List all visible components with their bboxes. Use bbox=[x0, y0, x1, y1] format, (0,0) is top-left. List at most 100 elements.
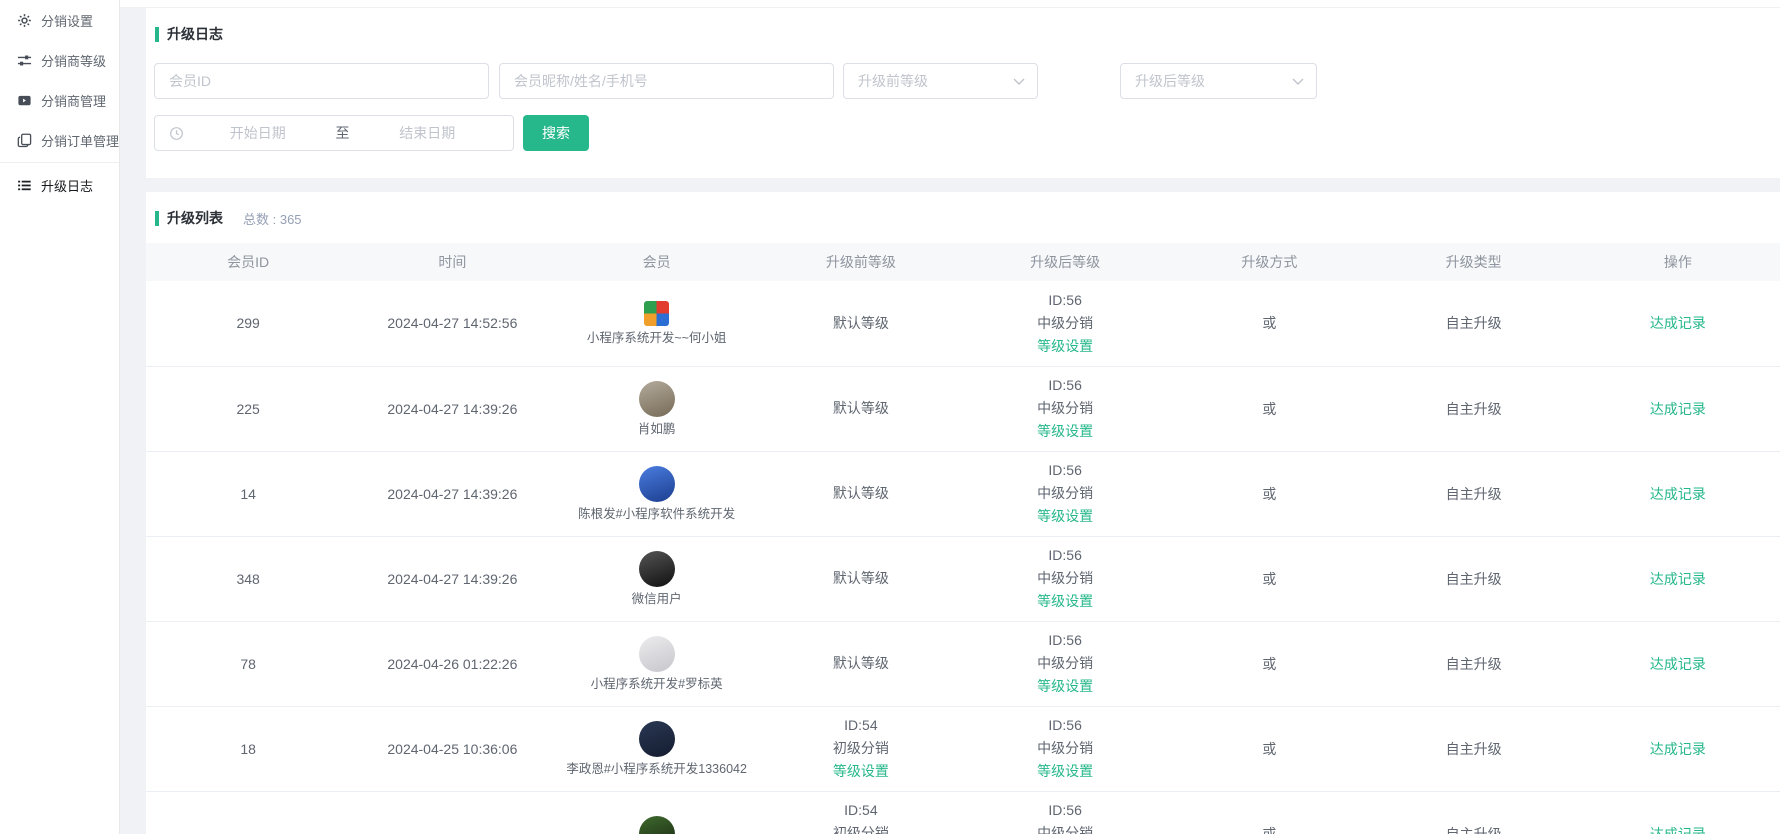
method-cell: 或 bbox=[1167, 621, 1371, 706]
action-cell: 达成记录 bbox=[1576, 536, 1780, 621]
sidebar: 分销设置 分销商等级 分销商管理 分销订单管理 升级日志 bbox=[0, 0, 120, 834]
sidebar-item-distribution-settings[interactable]: 分销设置 bbox=[0, 0, 119, 40]
type-cell: 自主升级 bbox=[1372, 281, 1576, 366]
post-level-select-placeholder: 升级后等级 bbox=[1135, 71, 1205, 91]
table-row: 2992024-04-27 14:52:56 小程序系统开发~~何小姐 默认等级ID… bbox=[146, 281, 1780, 366]
post-level-cell: ID:56中级分销等级设置 bbox=[963, 281, 1167, 366]
clock-icon bbox=[169, 126, 184, 141]
achieve-record-link[interactable]: 达成记录 bbox=[1650, 741, 1706, 757]
avatar bbox=[639, 551, 675, 587]
member-box: 肖如鹏 bbox=[559, 381, 755, 437]
action-cell: 达成记录 bbox=[1576, 791, 1780, 834]
level-id: ID:56 bbox=[967, 629, 1163, 652]
achieve-record-link[interactable]: 达成记录 bbox=[1650, 571, 1706, 587]
time-cell: 2024-04-27 14:52:56 bbox=[350, 281, 554, 366]
sidebar-item-distributor-level[interactable]: 分销商等级 bbox=[0, 40, 119, 80]
level-id: ID:54 bbox=[763, 799, 959, 822]
search-button[interactable]: 搜索 bbox=[523, 115, 589, 151]
level-settings-link[interactable]: 等级设置 bbox=[1037, 505, 1093, 528]
col-post-level: 升级后等级 bbox=[963, 243, 1167, 281]
date-range-picker[interactable]: 开始日期 至 结束日期 bbox=[154, 115, 514, 151]
type-cell: 自主升级 bbox=[1372, 621, 1576, 706]
pre-level-cell: 默认等级 bbox=[759, 536, 963, 621]
type-cell: 自主升级 bbox=[1372, 791, 1576, 834]
achieve-record-link[interactable]: 达成记录 bbox=[1650, 315, 1706, 331]
top-strip bbox=[120, 0, 1780, 8]
table-header-row: 会员ID 时间 会员 升级前等级 升级后等级 升级方式 升级类型 操作 bbox=[146, 243, 1780, 281]
achieve-record-link[interactable]: 达成记录 bbox=[1650, 826, 1706, 834]
pre-level-cell: ID:54初级分销等级设置 bbox=[759, 706, 963, 791]
level-name: 默认等级 bbox=[763, 567, 959, 590]
level-id: ID:56 bbox=[967, 544, 1163, 567]
level-settings-link[interactable]: 等级设置 bbox=[833, 760, 889, 783]
avatar bbox=[639, 381, 675, 417]
member-id-cell: 299 bbox=[146, 281, 350, 366]
time-cell bbox=[350, 791, 554, 834]
sidebar-item-label: 分销订单管理 bbox=[41, 131, 119, 150]
type-cell: 自主升级 bbox=[1372, 706, 1576, 791]
pre-level-select[interactable]: 升级前等级 bbox=[843, 63, 1038, 99]
member-id-cell: 348 bbox=[146, 536, 350, 621]
achieve-record-link[interactable]: 达成记录 bbox=[1650, 486, 1706, 502]
member-id-cell: 78 bbox=[146, 621, 350, 706]
sidebar-item-label: 分销商管理 bbox=[41, 91, 106, 110]
member-name-input[interactable] bbox=[499, 63, 834, 99]
sidebar-item-distributor-management[interactable]: 分销商管理 bbox=[0, 80, 119, 120]
sidebar-item-upgrade-log[interactable]: 升级日志 bbox=[0, 165, 119, 205]
level-name: 中级分销 bbox=[967, 397, 1163, 420]
member-name: 肖如鹏 bbox=[638, 421, 676, 437]
achieve-record-link[interactable]: 达成记录 bbox=[1650, 401, 1706, 417]
copy-icon bbox=[17, 133, 32, 148]
member-box: 微信用户 bbox=[559, 551, 755, 607]
date-separator: 至 bbox=[332, 123, 354, 143]
filter-card: 升级日志 升级前等级 升级后等级 开始日期 bbox=[146, 8, 1780, 178]
table-row: 142024-04-27 14:39:26陈根发#小程序软件系统开发默认等级ID… bbox=[146, 451, 1780, 536]
achieve-record-link[interactable]: 达成记录 bbox=[1650, 656, 1706, 672]
time-cell: 2024-04-27 14:39:26 bbox=[350, 451, 554, 536]
sliders-icon bbox=[17, 53, 32, 68]
level-name: 默认等级 bbox=[763, 312, 959, 335]
col-method: 升级方式 bbox=[1167, 243, 1371, 281]
pre-level-cell: 默认等级 bbox=[759, 281, 963, 366]
table-row: 782024-04-26 01:22:26小程序系统开发#罗标英默认等级ID:5… bbox=[146, 621, 1780, 706]
level-settings-link[interactable]: 等级设置 bbox=[1037, 675, 1093, 698]
page-title-block: 升级日志 bbox=[146, 8, 1780, 44]
table-row: 2252024-04-27 14:39:26肖如鹏默认等级ID:56中级分销等级… bbox=[146, 366, 1780, 451]
method-cell: 或 bbox=[1167, 366, 1371, 451]
sidebar-item-label: 分销设置 bbox=[41, 11, 93, 30]
member-box: 小程序系统开发#罗标英 bbox=[559, 636, 755, 692]
level-settings-link[interactable]: 等级设置 bbox=[1037, 590, 1093, 613]
action-cell: 达成记录 bbox=[1576, 366, 1780, 451]
table-row: ID:54初级分销等级设置ID:56中级分销等级设置或自主升级达成记录 bbox=[146, 791, 1780, 834]
title-accent-bar bbox=[155, 27, 159, 42]
level-name: 默认等级 bbox=[763, 397, 959, 420]
level-settings-link[interactable]: 等级设置 bbox=[1037, 420, 1093, 443]
level-id: ID:56 bbox=[967, 714, 1163, 737]
post-level-cell: ID:56中级分销等级设置 bbox=[963, 451, 1167, 536]
level-id: ID:56 bbox=[967, 459, 1163, 482]
method-cell: 或 bbox=[1167, 281, 1371, 366]
chevron-down-icon bbox=[1013, 78, 1025, 85]
level-settings-link[interactable]: 等级设置 bbox=[1037, 760, 1093, 783]
member-name: 小程序系统开发~~何小姐 bbox=[587, 330, 727, 346]
member-cell: 小程序系统开发#罗标英 bbox=[555, 621, 759, 706]
level-name: 中级分销 bbox=[967, 737, 1163, 760]
pre-level-cell: 默认等级 bbox=[759, 366, 963, 451]
post-level-select[interactable]: 升级后等级 bbox=[1120, 63, 1317, 99]
member-cell: 肖如鹏 bbox=[555, 366, 759, 451]
member-id-cell bbox=[146, 791, 350, 834]
level-settings-link[interactable]: 等级设置 bbox=[1037, 335, 1093, 358]
time-cell: 2024-04-27 14:39:26 bbox=[350, 536, 554, 621]
avatar bbox=[639, 636, 675, 672]
filter-row-1: 升级前等级 升级后等级 bbox=[154, 63, 1780, 99]
total-count: 总数 : 365 bbox=[243, 209, 302, 228]
type-cell: 自主升级 bbox=[1372, 451, 1576, 536]
pre-level-cell: 默认等级 bbox=[759, 451, 963, 536]
level-id: ID:56 bbox=[967, 374, 1163, 397]
member-id-input[interactable] bbox=[154, 63, 489, 99]
date-end-placeholder: 结束日期 bbox=[354, 123, 502, 143]
sidebar-item-order-management[interactable]: 分销订单管理 bbox=[0, 120, 119, 160]
member-name: 微信用户 bbox=[632, 591, 682, 607]
list-title: 升级列表 bbox=[167, 208, 223, 228]
member-box: 小程序系统开发~~何小姐 bbox=[559, 301, 755, 346]
